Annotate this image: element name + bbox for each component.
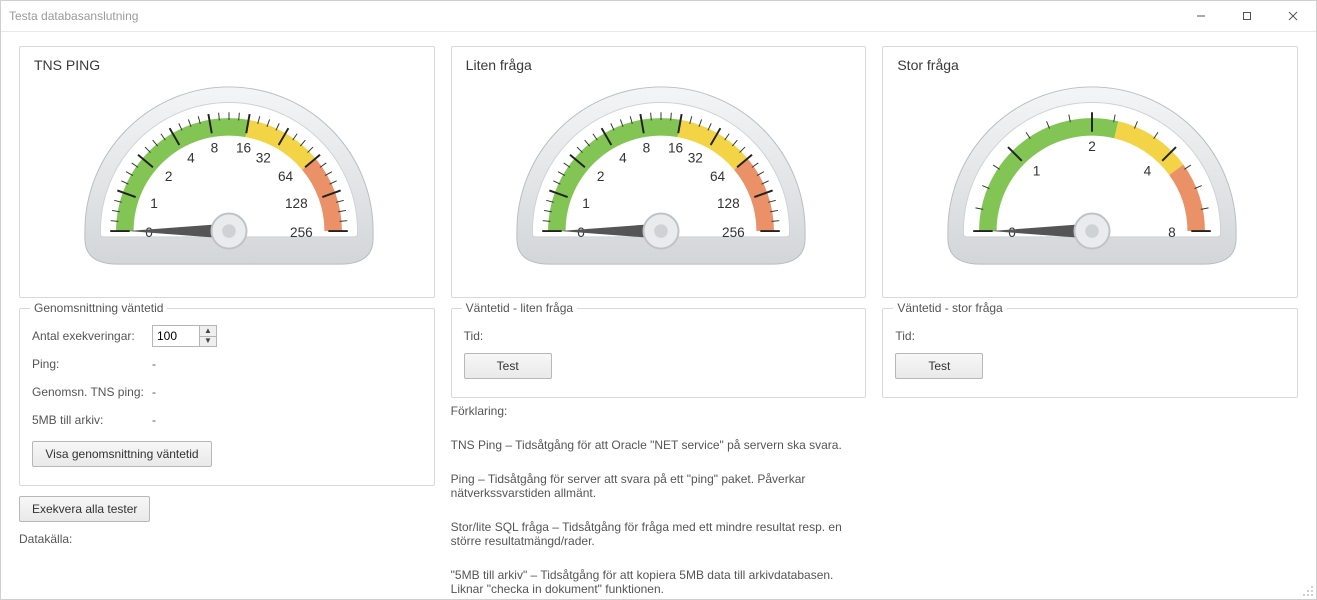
svg-text:2: 2 xyxy=(1088,139,1096,154)
exec-count-label: Antal exekveringar: xyxy=(32,329,152,343)
show-average-button[interactable]: Visa genomsnittning väntetid xyxy=(32,441,212,467)
wait-small-legend: Väntetid - liten fråga xyxy=(462,301,577,315)
explain-line-ping: Ping – Tidsåtgång för server att svara p… xyxy=(451,472,867,500)
svg-text:128: 128 xyxy=(716,196,739,211)
svg-text:1: 1 xyxy=(1033,164,1041,179)
mb5-value: - xyxy=(152,413,156,427)
average-wait-panel: Genomsnittning väntetid Antal exekvering… xyxy=(19,308,435,486)
explanation-block: Förklaring: TNS Ping – Tidsåtgång för at… xyxy=(451,404,867,596)
svg-text:64: 64 xyxy=(278,169,294,184)
svg-text:8: 8 xyxy=(642,140,650,155)
gauge-panel-tns-ping: TNS PING 01248163264128256 xyxy=(19,46,435,298)
gauge-small-query: 01248163264128256 xyxy=(499,85,823,270)
svg-text:8: 8 xyxy=(210,140,218,155)
gauge-large-query: 01248 xyxy=(930,85,1254,270)
wait-large-panel: Väntetid - stor fråga Tid: Test xyxy=(882,308,1298,398)
gauge-panel-small-query: Liten fråga 01248163264128256 xyxy=(451,46,867,298)
svg-text:4: 4 xyxy=(187,150,195,165)
gauge-panel-large-query: Stor fråga 01248 xyxy=(882,46,1298,298)
ping-label: Ping: xyxy=(32,357,152,371)
tns-ping-label: Genomsn. TNS ping: xyxy=(32,385,152,399)
exec-count-up-button[interactable]: ▲ xyxy=(200,326,216,336)
svg-text:32: 32 xyxy=(687,150,702,165)
explain-line-sql: Stor/lite SQL fråga – Tidsåtgång för frå… xyxy=(451,520,867,548)
svg-text:256: 256 xyxy=(290,225,313,240)
window-title: Testa databasanslutning xyxy=(9,9,138,23)
exec-count-down-button[interactable]: ▼ xyxy=(200,336,216,347)
wait-small-test-button[interactable]: Test xyxy=(464,353,552,379)
gauge-title: TNS PING xyxy=(34,57,424,73)
svg-text:16: 16 xyxy=(667,140,682,155)
average-wait-legend: Genomsnittning väntetid xyxy=(30,301,167,315)
svg-text:256: 256 xyxy=(722,225,745,240)
datasource-label: Datakälla: xyxy=(19,532,72,546)
svg-text:1: 1 xyxy=(582,196,590,211)
svg-text:4: 4 xyxy=(619,150,627,165)
tns-ping-value: - xyxy=(152,385,156,399)
svg-text:16: 16 xyxy=(236,140,251,155)
explain-line-5mb: "5MB till arkiv" – Tidsåtgång för att ko… xyxy=(451,568,867,596)
svg-text:32: 32 xyxy=(256,150,271,165)
window-maximize-button[interactable] xyxy=(1224,1,1270,31)
mb5-label: 5MB till arkiv: xyxy=(32,413,152,427)
svg-text:64: 64 xyxy=(709,169,725,184)
wait-large-legend: Väntetid - stor fråga xyxy=(893,301,1006,315)
svg-text:4: 4 xyxy=(1144,164,1152,179)
explain-line-tns: TNS Ping – Tidsåtgång för att Oracle "NE… xyxy=(451,438,867,452)
svg-text:2: 2 xyxy=(596,169,604,184)
svg-text:128: 128 xyxy=(285,196,308,211)
resize-grip-icon[interactable] xyxy=(1300,583,1314,597)
window-minimize-button[interactable] xyxy=(1178,1,1224,31)
window-close-button[interactable] xyxy=(1270,1,1316,31)
wait-small-panel: Väntetid - liten fråga Tid: Test xyxy=(451,308,867,398)
svg-text:1: 1 xyxy=(150,196,158,211)
explain-head: Förklaring: xyxy=(451,404,867,418)
ping-value: - xyxy=(152,357,156,371)
gauge-title: Stor fråga xyxy=(897,57,1287,73)
svg-text:8: 8 xyxy=(1168,225,1176,240)
run-all-tests-button[interactable]: Exekvera alla tester xyxy=(19,496,150,522)
wait-small-time-label: Tid: xyxy=(464,329,504,343)
window-titlebar: Testa databasanslutning xyxy=(1,1,1316,32)
gauge-tns-ping: 01248163264128256 xyxy=(67,85,391,270)
wait-large-time-label: Tid: xyxy=(895,329,935,343)
gauge-title: Liten fråga xyxy=(466,57,856,73)
exec-count-input[interactable] xyxy=(153,326,199,346)
svg-text:2: 2 xyxy=(165,169,173,184)
wait-large-test-button[interactable]: Test xyxy=(895,353,983,379)
